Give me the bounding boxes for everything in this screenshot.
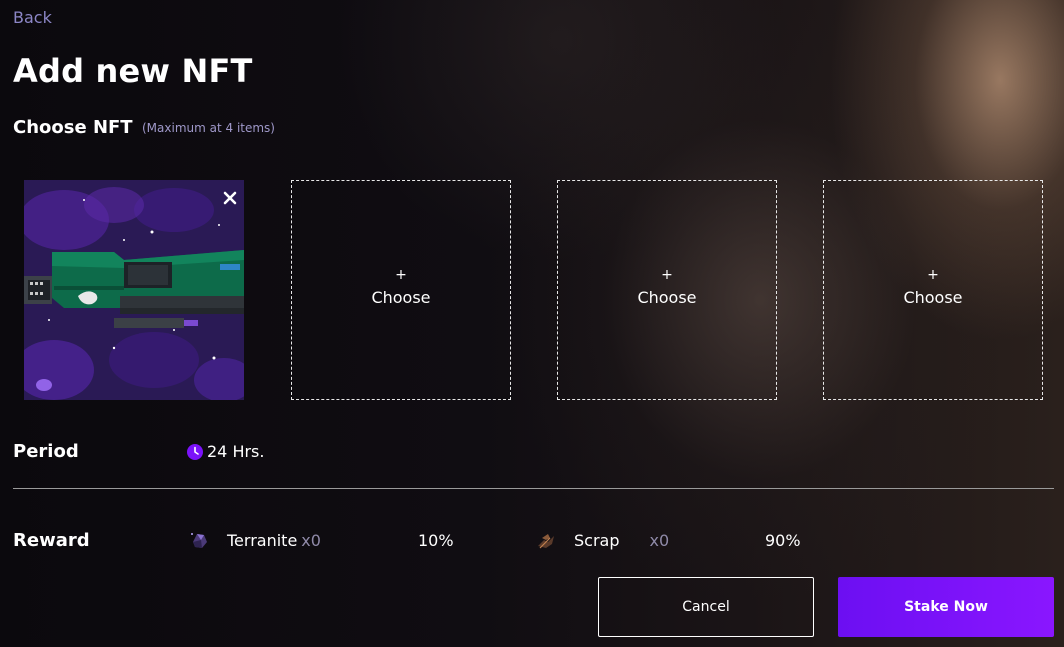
page-title: Add new NFT bbox=[13, 52, 253, 90]
choose-label: Choose bbox=[903, 287, 963, 307]
reward-percent: 10% bbox=[418, 531, 454, 550]
reward-name: Scrap bbox=[574, 530, 620, 550]
plus-icon: + bbox=[395, 266, 407, 283]
nft-slot-2[interactable]: + Choose bbox=[291, 180, 511, 400]
remove-nft-icon[interactable] bbox=[222, 190, 238, 206]
choose-nft-label: Choose NFT bbox=[13, 117, 133, 138]
reward-item-scrap: Scrap x0 bbox=[534, 528, 669, 552]
reward-label: Reward bbox=[13, 530, 90, 551]
nft-spaceship-image bbox=[24, 180, 244, 400]
terranite-icon bbox=[191, 533, 207, 548]
plus-icon: + bbox=[927, 266, 939, 283]
divider bbox=[13, 488, 1054, 489]
reward-qty: x0 bbox=[649, 530, 670, 550]
period-value-text: 24 Hrs. bbox=[207, 442, 265, 461]
scrap-icon bbox=[538, 534, 554, 549]
back-link[interactable]: Back bbox=[13, 8, 52, 27]
add-nft-page: Back Add new NFT Choose NFT (Maximum at … bbox=[0, 0, 1064, 647]
choose-label: Choose bbox=[637, 287, 697, 307]
period-label: Period bbox=[13, 441, 79, 462]
choose-nft-hint: (Maximum at 4 items) bbox=[142, 121, 275, 135]
nft-slot-4[interactable]: + Choose bbox=[823, 180, 1043, 400]
cancel-button[interactable]: Cancel bbox=[598, 577, 814, 637]
plus-icon: + bbox=[661, 266, 673, 283]
reward-name: Terranite bbox=[227, 530, 298, 550]
clock-icon bbox=[187, 443, 203, 460]
nft-slot-3[interactable]: + Choose bbox=[557, 180, 777, 400]
choose-label: Choose bbox=[371, 287, 431, 307]
stake-now-button[interactable]: Stake Now bbox=[838, 577, 1054, 637]
nft-slot-1[interactable] bbox=[24, 180, 244, 400]
reward-qty: x0 bbox=[301, 530, 321, 550]
period-value: 24 Hrs. bbox=[187, 442, 264, 461]
reward-percent: 90% bbox=[765, 531, 801, 550]
reward-item-terranite: Terranite x0 bbox=[187, 528, 321, 552]
